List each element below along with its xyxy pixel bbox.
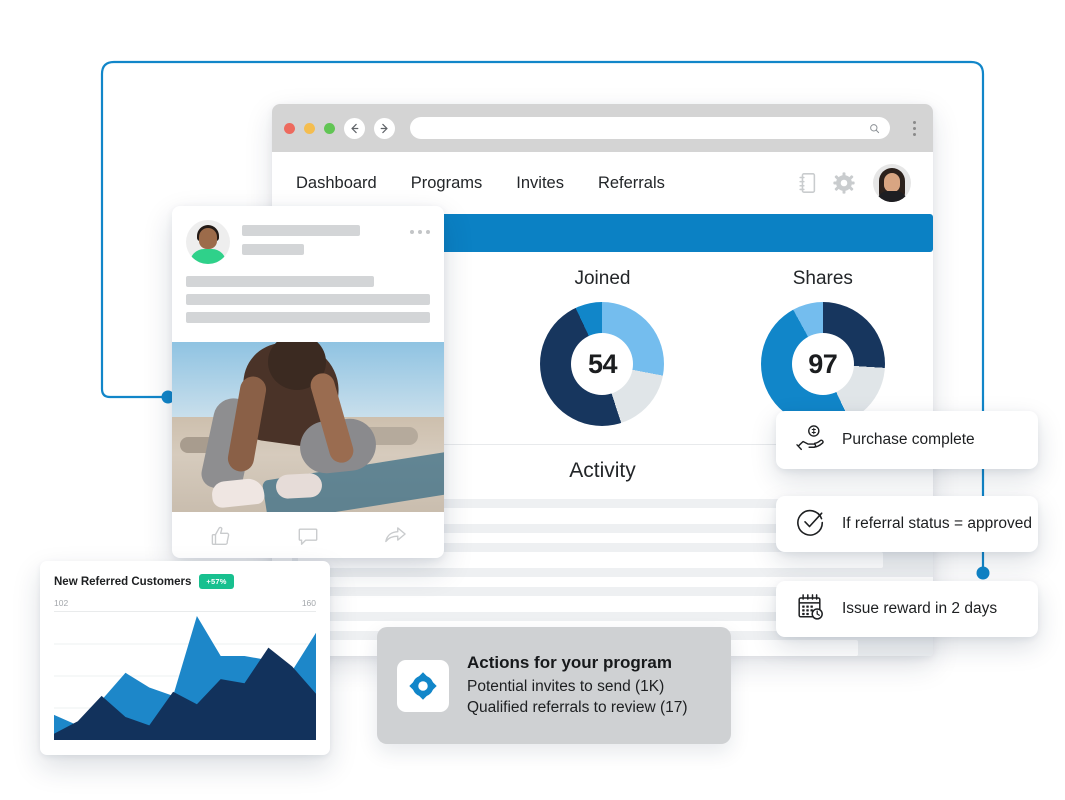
chart-axis-label-right: 160: [301, 598, 316, 608]
pill-referral-approved[interactable]: If referral status = approved: [776, 496, 1038, 552]
chart-axis-labels: 102 160: [40, 589, 330, 608]
actions-card-line: Qualified referrals to review (17): [467, 699, 688, 716]
image-figure-shoe: [275, 472, 323, 500]
nav-link-programs[interactable]: Programs: [411, 174, 483, 193]
post-avatar-shirt: [190, 249, 226, 264]
actions-card-line: Potential invites to send (1K): [467, 677, 665, 695]
post-avatar-face: [199, 228, 217, 249]
search-icon[interactable]: [869, 123, 880, 134]
actions-card-title: Actions for your program: [467, 652, 672, 672]
metric-shares: Shares 97: [713, 268, 933, 426]
kebab-menu-icon[interactable]: [907, 120, 921, 136]
traffic-light-minimize[interactable]: [304, 122, 315, 134]
placeholder-bar: [186, 276, 374, 287]
donut-center: 54: [571, 333, 634, 395]
avatar[interactable]: [873, 164, 911, 202]
activity-row-bar: [298, 596, 818, 612]
share-icon[interactable]: [351, 525, 438, 547]
area-chart-svg: [54, 616, 316, 740]
notebook-icon[interactable]: [798, 172, 817, 194]
post-author-placeholder-lines: [242, 220, 410, 255]
nav-link-invites[interactable]: Invites: [516, 174, 564, 193]
pill-label: Issue reward in 2 days: [842, 600, 998, 617]
post-image: [172, 342, 444, 512]
metric-label: Shares: [792, 268, 853, 289]
browser-chrome-bar: [272, 104, 933, 152]
post-author-avatar[interactable]: [186, 220, 230, 264]
app-navigation-bar: Dashboard Programs Invites Referrals: [272, 152, 933, 214]
pill-purchase-complete[interactable]: Purchase complete: [776, 411, 1038, 469]
donut-chart-joined: 54: [540, 302, 665, 426]
traffic-light-close[interactable]: [284, 122, 295, 134]
settings-cog-icon: [397, 659, 449, 712]
address-bar[interactable]: [410, 117, 890, 139]
post-more-menu-icon[interactable]: [410, 220, 430, 234]
comment-icon[interactable]: [265, 525, 352, 547]
post-header: [172, 206, 444, 264]
pill-label: Purchase complete: [842, 431, 975, 448]
chart-header: New Referred Customers +57%: [40, 574, 330, 589]
metric-joined: Joined 54: [492, 268, 712, 426]
chart-plot-area: [54, 612, 316, 740]
nav-link-dashboard[interactable]: Dashboard: [296, 174, 377, 193]
referred-customers-chart-card: New Referred Customers +57% 102 160: [40, 561, 330, 755]
placeholder-bar: [186, 312, 430, 323]
avatar-face: [884, 173, 900, 192]
connector-dot-right: [976, 566, 990, 580]
nav-link-referrals[interactable]: Referrals: [598, 174, 665, 193]
placeholder-bar: [242, 225, 360, 236]
calendar-clock-icon: [796, 592, 826, 627]
check-circle-icon: [796, 507, 826, 542]
donut-chart-shares: 97: [760, 302, 885, 426]
metric-label: Joined: [574, 268, 631, 289]
screenshot-root: Dashboard Programs Invites Referrals Joi…: [0, 0, 1065, 800]
gear-icon[interactable]: [833, 172, 855, 194]
donut-value: 97: [808, 348, 838, 379]
chart-change-badge: +57%: [199, 574, 234, 589]
actions-for-program-card[interactable]: Actions for your program Potential invit…: [377, 627, 731, 744]
chart-axis-label-left: 102: [54, 598, 69, 608]
back-arrow-icon[interactable]: [344, 117, 365, 139]
traffic-light-maximize[interactable]: [324, 122, 335, 134]
image-figure-shoe: [210, 477, 266, 509]
pill-issue-reward[interactable]: Issue reward in 2 days: [776, 581, 1038, 637]
pill-label: If referral status = approved: [842, 515, 1032, 532]
chart-title: New Referred Customers: [54, 575, 192, 588]
actions-card-text: Actions for your program Potential invit…: [467, 653, 688, 719]
hand-coin-icon: [796, 424, 826, 457]
placeholder-bar: [186, 294, 430, 305]
post-body-placeholder: [172, 264, 444, 342]
placeholder-bar: [242, 244, 304, 255]
donut-value: 54: [587, 348, 618, 379]
forward-arrow-icon[interactable]: [374, 117, 395, 139]
post-action-bar: [172, 512, 444, 558]
avatar-body: [877, 191, 907, 202]
social-post-card: [172, 206, 444, 558]
like-icon[interactable]: [178, 525, 265, 547]
donut-center: 97: [791, 333, 854, 395]
